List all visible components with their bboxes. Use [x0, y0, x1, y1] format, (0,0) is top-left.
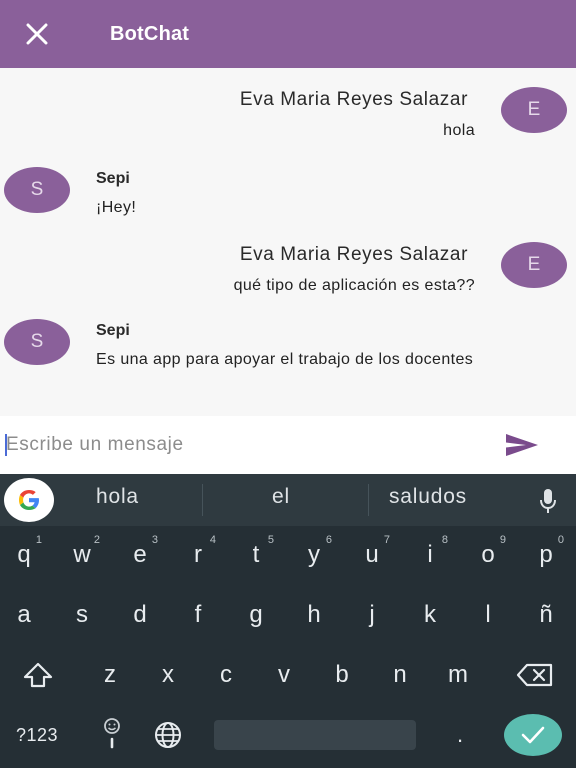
divider: [202, 484, 203, 516]
key-h[interactable]: h: [288, 590, 340, 640]
backspace-key[interactable]: [508, 650, 562, 700]
key-row-2: a s d f g h j k l ñ: [0, 590, 576, 650]
emoji-key[interactable]: [92, 710, 132, 760]
google-button[interactable]: [4, 478, 54, 522]
message-sender: Eva Maria Reyes Salazar: [239, 244, 468, 265]
message-text: hola: [443, 122, 475, 139]
key-q[interactable]: q1: [0, 530, 50, 580]
close-button[interactable]: [0, 0, 74, 68]
message-input-bar: [0, 416, 576, 474]
close-icon: [26, 23, 48, 45]
key-j[interactable]: j: [346, 590, 398, 640]
send-button[interactable]: [502, 430, 542, 460]
message-text: Es una app para apoyar el trabajo de los…: [96, 351, 474, 368]
divider: [368, 484, 369, 516]
avatar: E: [501, 87, 567, 133]
key-d[interactable]: d: [114, 590, 166, 640]
symbols-key[interactable]: ?123: [4, 710, 70, 760]
key-x[interactable]: x: [142, 650, 194, 700]
key-r[interactable]: r4: [172, 530, 224, 580]
message-sender: Sepi: [96, 322, 130, 339]
avatar: E: [501, 242, 567, 288]
key-t[interactable]: t5: [230, 530, 282, 580]
key-m[interactable]: m: [432, 650, 484, 700]
key-c[interactable]: c: [200, 650, 252, 700]
suggestion-3[interactable]: saludos: [389, 485, 467, 509]
mic-icon: [540, 489, 556, 513]
app-bar: BotChat: [0, 0, 576, 68]
key-b[interactable]: b: [316, 650, 368, 700]
key-y[interactable]: y6: [288, 530, 340, 580]
key-k[interactable]: k: [404, 590, 456, 640]
message-sender: Eva Maria Reyes Salazar: [239, 89, 468, 110]
key-a[interactable]: a: [0, 590, 50, 640]
suggestion-2[interactable]: el: [272, 485, 290, 509]
key-w[interactable]: w2: [56, 530, 108, 580]
key-row-3: z x c v b n m: [0, 650, 576, 710]
key-enye[interactable]: ñ: [520, 590, 572, 640]
message-text: ¡Hey!: [96, 199, 137, 216]
app-title: BotChat: [110, 22, 190, 45]
key-s[interactable]: s: [56, 590, 108, 640]
key-row-1: q1 w2 e3 r4 t5 y6 u7 i8 o9 p0: [0, 530, 576, 590]
key-z[interactable]: z: [84, 650, 136, 700]
key-p[interactable]: p0: [520, 530, 572, 580]
key-u[interactable]: u7: [346, 530, 398, 580]
suggestion-strip: hola el saludos: [0, 474, 576, 526]
key-i[interactable]: i8: [404, 530, 456, 580]
avatar: S: [4, 319, 70, 365]
globe-icon: [155, 722, 181, 748]
key-v[interactable]: v: [258, 650, 310, 700]
google-g-icon: [19, 490, 39, 510]
key-g[interactable]: g: [230, 590, 282, 640]
message-list[interactable]: E Eva Maria Reyes Salazar hola S Sepi ¡H…: [0, 68, 576, 416]
message-sender: Sepi: [96, 170, 130, 187]
avatar: S: [4, 167, 70, 213]
key-row-4: ?123 .: [0, 710, 576, 768]
message-text: qué tipo de aplicación es esta??: [233, 277, 475, 294]
key-n[interactable]: n: [374, 650, 426, 700]
key-l[interactable]: l: [462, 590, 514, 640]
key-o[interactable]: o9: [462, 530, 514, 580]
shift-icon: [23, 662, 53, 688]
send-icon: [506, 434, 538, 456]
enter-key[interactable]: [504, 714, 562, 756]
mic-button[interactable]: [534, 486, 562, 516]
emoji-icon: [104, 718, 120, 749]
text-cursor: [5, 434, 7, 456]
soft-keyboard: hola el saludos q1 w2 e3 r4 t5 y6 u7 i8 …: [0, 474, 576, 768]
key-f[interactable]: f: [172, 590, 224, 640]
shift-key[interactable]: [14, 650, 62, 700]
language-key[interactable]: [146, 710, 190, 760]
key-e[interactable]: e3: [114, 530, 166, 580]
suggestion-1[interactable]: hola: [96, 485, 139, 509]
period-key[interactable]: .: [440, 710, 480, 760]
space-key[interactable]: [214, 720, 416, 750]
backspace-icon: [516, 663, 553, 687]
check-icon: [521, 726, 545, 744]
message-input[interactable]: [6, 427, 466, 463]
